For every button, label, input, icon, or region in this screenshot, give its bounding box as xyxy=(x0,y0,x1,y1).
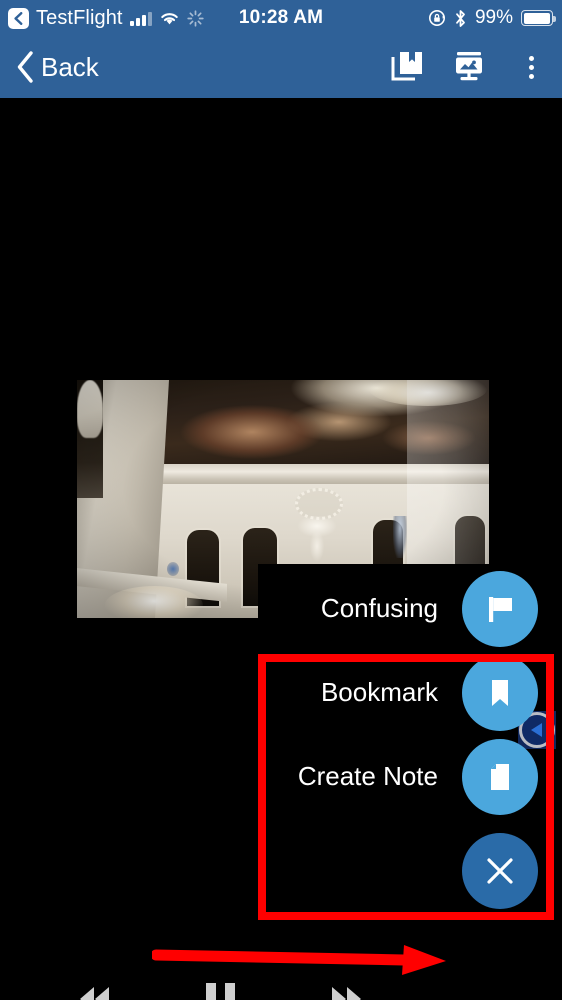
fab-item-confusing-label: Confusing xyxy=(310,589,448,629)
fab-item-bookmark-label: Bookmark xyxy=(310,673,448,713)
pause-button[interactable] xyxy=(194,973,246,1000)
status-bar-right-group: 99% xyxy=(428,0,556,36)
playback-controls xyxy=(0,968,440,1000)
back-button[interactable]: Back xyxy=(10,36,105,98)
fab-item-create-note-label: Create Note xyxy=(287,757,448,797)
rewind-icon xyxy=(79,987,109,1000)
bookmark-icon[interactable] xyxy=(462,655,538,731)
fab-item-confusing[interactable]: Confusing xyxy=(310,571,538,647)
rotation-lock-icon xyxy=(428,9,446,27)
battery-full-icon xyxy=(521,10,556,26)
overflow-menu-button[interactable] xyxy=(500,36,562,98)
navigation-actions xyxy=(376,36,562,98)
fab-item-bookmark[interactable]: Bookmark xyxy=(310,655,538,731)
navigation-bar: Back xyxy=(0,36,562,98)
close-x-icon[interactable] xyxy=(462,833,538,909)
battery-percent-label: 99% xyxy=(474,7,513,28)
library-bookmark-button[interactable] xyxy=(376,36,438,98)
back-button-label: Back xyxy=(41,51,99,82)
fab-item-create-note[interactable]: Create Note xyxy=(287,739,538,815)
presentation-button[interactable] xyxy=(438,36,500,98)
flag-icon[interactable] xyxy=(462,571,538,647)
status-bar: TestFlight 10:28 AM 99% xyxy=(0,0,562,36)
rewind-button[interactable] xyxy=(68,973,120,1000)
library-bookmark-icon xyxy=(390,50,424,84)
fast-forward-button[interactable] xyxy=(320,973,372,1000)
more-vertical-icon xyxy=(528,55,534,79)
note-page-icon[interactable] xyxy=(462,739,538,815)
presentation-screen-icon xyxy=(452,50,486,84)
chevron-left-icon xyxy=(16,51,35,83)
pause-icon xyxy=(205,982,235,1000)
fast-forward-icon xyxy=(331,987,361,1000)
app-screen: TestFlight 10:28 AM 99% Back Confusing B… xyxy=(0,0,562,1000)
video-player-stage[interactable]: Confusing Bookmark Create Note xyxy=(0,98,562,1000)
bluetooth-icon xyxy=(454,9,467,28)
fab-close-button[interactable] xyxy=(462,833,538,909)
